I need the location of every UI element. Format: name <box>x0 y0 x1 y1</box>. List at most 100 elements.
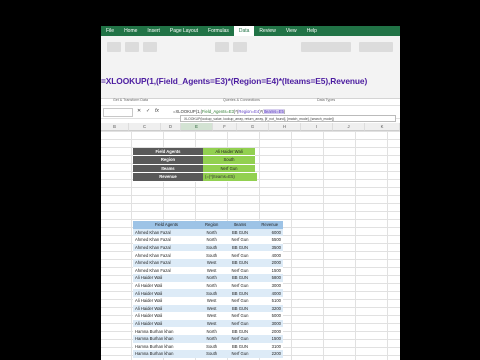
table-cell[interactable]: 1500 <box>256 266 283 275</box>
table-cell[interactable]: Ahmed Khan Fazal <box>133 236 200 244</box>
menu-item-data[interactable]: Data <box>233 26 255 36</box>
table-cell[interactable]: 3200 <box>256 304 283 313</box>
table-cell[interactable]: BB GUN <box>223 342 257 351</box>
table-cell[interactable]: South <box>199 243 224 252</box>
table-cell[interactable]: Nerf Gun <box>223 251 257 259</box>
menu-item-file[interactable]: File <box>101 26 119 36</box>
column-header-h[interactable]: H <box>269 123 301 131</box>
stocks-icon[interactable] <box>301 42 351 52</box>
menu-item-formulas[interactable]: Formulas <box>203 26 234 36</box>
table-cell[interactable]: Ali Haider Wali <box>133 319 200 328</box>
column-header-k[interactable]: K <box>365 123 400 131</box>
table-cell[interactable]: 3000 <box>256 319 283 328</box>
table-cell[interactable]: BB GUN <box>223 274 257 282</box>
table-cell[interactable]: Ahmed Khan Fazal <box>133 258 200 267</box>
table-cell[interactable]: Nerf Gun <box>223 236 257 244</box>
formula-input[interactable]: =XLOOKUP(1,(Field_Agents=E3)*(Region=E4)… <box>173 109 285 114</box>
menu-item-review[interactable]: Review <box>254 26 280 36</box>
from-text-icon[interactable] <box>125 42 139 52</box>
table-cell[interactable]: Ali Haider Wali <box>133 296 200 305</box>
table-cell[interactable]: 6000 <box>256 228 283 237</box>
table-cell[interactable]: Nerf Gun <box>223 350 257 358</box>
table-cell[interactable]: Ahmed Khan Fazal <box>133 243 200 252</box>
table-header[interactable]: Iteams <box>223 221 257 229</box>
table-cell[interactable]: Nerf Gun <box>223 312 257 320</box>
table-cell[interactable]: Ali Haider Wali <box>133 289 200 297</box>
table-cell[interactable]: North <box>199 281 224 290</box>
refresh-all-icon[interactable] <box>215 42 229 52</box>
table-cell[interactable]: Nerf Gun <box>223 266 257 275</box>
table-header[interactable]: Revenue <box>256 221 283 229</box>
table-cell[interactable]: North <box>199 236 224 244</box>
table-cell[interactable]: Ahmed Khan Fazal <box>133 251 200 259</box>
table-cell[interactable]: 3500 <box>256 243 283 252</box>
table-cell[interactable]: Ali Haider Wali <box>133 274 200 282</box>
table-cell[interactable]: Ali Haider Wali <box>133 304 200 313</box>
lookup-value[interactable]: Nerf Gun <box>203 164 255 174</box>
lookup-value[interactable]: Ali Haider Wali <box>203 148 255 157</box>
from-web-icon[interactable] <box>143 42 157 52</box>
name-box[interactable] <box>103 108 133 117</box>
table-cell[interactable]: Hamna Burhan khan <box>133 327 200 335</box>
table-cell[interactable]: West <box>199 304 224 313</box>
column-header-d[interactable]: D <box>161 123 181 131</box>
table-cell[interactable]: BB GUN <box>223 228 257 237</box>
lookup-value[interactable]: South <box>203 156 255 165</box>
table-cell[interactable]: North <box>199 274 224 282</box>
table-cell[interactable]: Hamna Burhan khan <box>133 342 200 351</box>
lookup-formula-cell[interactable]: (=(*(Iteams=E5) <box>203 173 257 182</box>
table-cell[interactable]: 2200 <box>256 350 283 358</box>
table-cell[interactable]: 4000 <box>256 251 283 259</box>
menu-item-help[interactable]: Help <box>302 26 322 36</box>
table-cell[interactable]: 4000 <box>256 289 283 297</box>
enter-icon[interactable]: ✓ <box>146 108 150 114</box>
table-cell[interactable]: Ali Haider Wali <box>133 312 200 320</box>
get-data-icon[interactable] <box>107 42 121 52</box>
table-cell[interactable]: West <box>199 312 224 320</box>
table-cell[interactable]: North <box>199 228 224 237</box>
column-header-i[interactable]: I <box>301 123 333 131</box>
geography-icon[interactable] <box>359 42 393 52</box>
table-cell[interactable]: BB GUN <box>223 327 257 335</box>
column-header-c[interactable]: C <box>129 123 161 131</box>
menu-item-home[interactable]: Home <box>119 26 142 36</box>
table-cell[interactable]: Ali Haider Wali <box>133 281 200 290</box>
table-cell[interactable]: South <box>199 350 224 358</box>
menu-item-insert[interactable]: Insert <box>142 26 165 36</box>
table-cell[interactable]: Nerf Gun <box>223 296 257 305</box>
table-cell[interactable]: South <box>199 289 224 297</box>
column-header-g[interactable]: G <box>237 123 269 131</box>
column-header-j[interactable]: J <box>333 123 365 131</box>
table-cell[interactable]: 5000 <box>256 312 283 320</box>
menu-item-page-layout[interactable]: Page Layout <box>165 26 203 36</box>
table-cell[interactable]: Ahmed Khan Fazal <box>133 266 200 275</box>
table-header[interactable]: Region <box>199 221 224 229</box>
table-cell[interactable]: 5100 <box>256 296 283 305</box>
table-cell[interactable]: Nerf Gun <box>223 319 257 328</box>
menu-item-view[interactable]: View <box>281 26 302 36</box>
table-cell[interactable]: West <box>199 319 224 328</box>
table-cell[interactable]: North <box>199 327 224 335</box>
table-cell[interactable]: 5500 <box>256 236 283 244</box>
table-cell[interactable]: West <box>199 258 224 267</box>
table-cell[interactable]: 2000 <box>256 258 283 267</box>
table-cell[interactable]: Nerf Gun <box>223 334 257 343</box>
table-cell[interactable]: 1500 <box>256 334 283 343</box>
fx-icon[interactable]: fx <box>155 108 159 114</box>
table-cell[interactable]: West <box>199 296 224 305</box>
table-cell[interactable]: Hamna Burhan khan <box>133 350 200 358</box>
table-cell[interactable]: Hamna Burhan khan <box>133 334 200 343</box>
table-cell[interactable]: 2000 <box>256 327 283 335</box>
table-cell[interactable]: BB GUN <box>223 289 257 297</box>
table-cell[interactable]: Ahmed Khan Fazal <box>133 228 200 237</box>
table-cell[interactable]: South <box>199 342 224 351</box>
table-cell[interactable]: BB GUN <box>223 243 257 252</box>
column-header-b[interactable]: B <box>101 123 129 131</box>
table-cell[interactable]: 3000 <box>256 281 283 290</box>
table-cell[interactable]: South <box>199 251 224 259</box>
table-cell[interactable]: Nerf Gun <box>223 281 257 290</box>
table-cell[interactable]: 3100 <box>256 342 283 351</box>
table-cell[interactable]: BB GUN <box>223 258 257 267</box>
table-cell[interactable]: North <box>199 334 224 343</box>
column-header-e[interactable]: E <box>181 123 213 131</box>
